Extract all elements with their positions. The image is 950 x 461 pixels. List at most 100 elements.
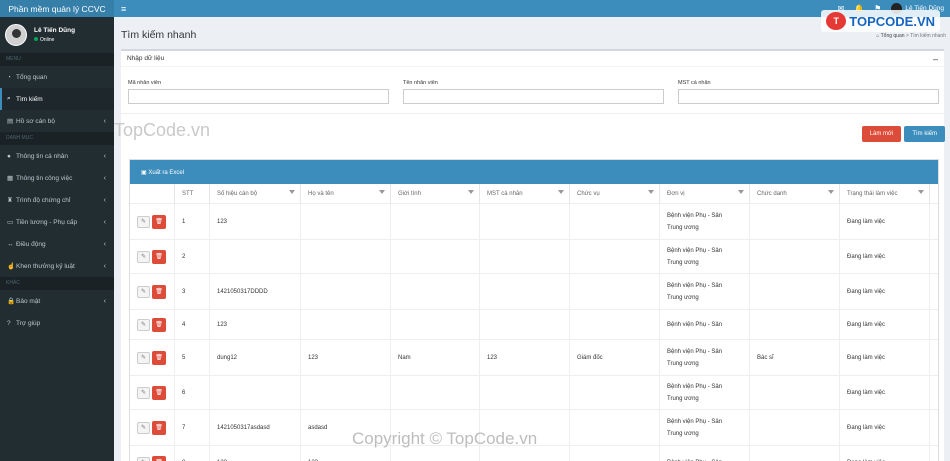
delete-icon[interactable]: 🗑	[152, 284, 166, 299]
table-cell-stt: 4	[175, 310, 210, 339]
edit-icon[interactable]: ✎	[137, 215, 150, 228]
filter-icon[interactable]	[558, 190, 564, 194]
employee-code-label: Mã nhân viên	[128, 80, 162, 86]
column-header-full-name[interactable]: Họ và tên	[301, 184, 391, 203]
table-row[interactable]: ✎🗑8123123Bệnh viện Phụ - SảnĐang làm việ…	[130, 446, 938, 461]
tax-code-input[interactable]	[678, 89, 939, 104]
export-excel-button[interactable]: ▣ Xuất ra Excel	[141, 169, 184, 176]
table-cell-gender	[391, 376, 480, 409]
table-row[interactable]: ✎ 🗑 7 1421050317asdasd asdasd Bệnh viện Phụ -…	[130, 410, 938, 446]
table-cell-staff-code	[210, 240, 301, 273]
sidebar-item-rewards[interactable]: ☝ Khen thưởng kỷ luật ‹	[0, 255, 114, 277]
table-cell-unit: Bệnh viện Phụ - Sản Trung ương	[660, 240, 750, 273]
filter-icon[interactable]	[289, 190, 295, 194]
table-row[interactable]: ✎ 🗑 5 dung12 123 Nam 123 Giám đốc Bệnh viện Phụ …	[130, 340, 938, 376]
table-cell-position: Giám đốc	[570, 340, 660, 375]
filter-icon[interactable]	[468, 190, 474, 194]
delete-icon[interactable]: 🗑	[152, 249, 166, 264]
filter-icon[interactable]	[738, 190, 744, 194]
table-cell-full-name	[301, 376, 391, 409]
delete-icon[interactable]: 🗑	[152, 214, 166, 229]
column-header-work-status[interactable]: Trạng thái làm việc	[840, 184, 930, 203]
table-cell-title	[750, 310, 840, 339]
grid-body: ✎ 🗑 1 123 Bệnh viện Phụ - Sản Trung ương Đang …	[130, 204, 938, 461]
tax-code-field: MST cá nhân	[678, 80, 939, 104]
grid-header-row: STT Số hiệu cán bộ Họ và tên Giới tính MST c…	[130, 184, 938, 204]
sidebar-item-dashboard[interactable]: ◔ Tổng quan	[0, 66, 114, 88]
sidebar-item-help[interactable]: ? Trợ giúp	[0, 312, 114, 334]
table-cell-staff-code: dung12	[210, 340, 301, 375]
table-cell-work-status: Đang làm việc	[840, 446, 930, 461]
table-cell-actions: ✎🗑	[130, 340, 175, 375]
sidebar-item-transfer[interactable]: ↔ Điều động ‹	[0, 233, 114, 255]
table-cell-tax-code	[480, 204, 570, 239]
table-cell-tax-code	[480, 310, 570, 339]
employee-name-input[interactable]	[403, 89, 664, 104]
edit-icon[interactable]: ✎	[137, 351, 150, 364]
sidebar-item-personal-info[interactable]: ● Thông tin cá nhân ‹	[0, 145, 114, 167]
cell-text: 1	[182, 218, 186, 225]
filter-icon[interactable]	[648, 190, 654, 194]
table-cell-position	[570, 446, 660, 461]
edit-icon[interactable]: ✎	[137, 386, 150, 399]
table-cell-work-status: Đang làm việc	[840, 410, 930, 445]
app-title[interactable]: Phần mềm quản lý CCVC	[0, 0, 114, 17]
column-header-gender[interactable]: Giới tính	[391, 184, 480, 203]
delete-icon[interactable]: 🗑	[152, 455, 166, 461]
collapse-icon[interactable]: –	[933, 54, 938, 63]
money-icon: ▭	[7, 219, 14, 226]
breadcrumb-home[interactable]: Tổng quan	[881, 33, 905, 39]
sidebar-item-qualifications[interactable]: ♜ Trình độ chứng chỉ ‹	[0, 189, 114, 211]
edit-icon[interactable]: ✎	[137, 318, 150, 331]
topcode-logo: T TOPCODE.VN	[821, 10, 940, 32]
employee-code-input[interactable]	[128, 89, 389, 104]
unit-line: Bệnh viện Phụ - Sản	[667, 348, 723, 355]
logo-text: TOPCODE.VN	[849, 13, 935, 29]
delete-icon[interactable]: 🗑	[152, 317, 166, 332]
sidebar-item-job-info[interactable]: ▦ Thông tin công việc ‹	[0, 167, 114, 189]
unit-line: Bệnh viện Phụ - Sản	[667, 282, 723, 289]
column-header-staff-code[interactable]: Số hiệu cán bộ	[210, 184, 301, 203]
edit-icon[interactable]: ✎	[137, 421, 150, 434]
delete-icon[interactable]: 🗑	[152, 385, 166, 400]
table-row[interactable]: ✎ 🗑 3 1421050317DDDD Bệnh viện Phụ - Sản Trun…	[130, 274, 938, 310]
cell-text: Bác sĩ	[757, 354, 774, 361]
table-row[interactable]: ✎ 🗑 2 Bệnh viện Phụ - Sản Trung ương Đang làm…	[130, 240, 938, 274]
delete-icon[interactable]: 🗑	[152, 420, 166, 435]
table-row[interactable]: ✎ 🗑 6 Bệnh viện Phụ - Sản Trung ương Đang làm…	[130, 376, 938, 410]
edit-icon[interactable]: ✎	[137, 250, 150, 263]
column-header-unit[interactable]: Đơn vị	[660, 184, 750, 203]
delete-icon[interactable]: 🗑	[152, 350, 166, 365]
filter-icon[interactable]	[828, 190, 834, 194]
table-cell-stt: 6	[175, 376, 210, 409]
column-header-tax-code[interactable]: MST cá nhân	[480, 184, 570, 203]
table-row[interactable]: ✎ 🗑 4 123 Bệnh viện Phụ - Sản Đang làm việc	[130, 310, 938, 340]
sidebar-item-security[interactable]: 🔒 Bảo mật ‹	[0, 290, 114, 312]
sidebar-item-salary[interactable]: ▭ Tiền lương - Phụ cấp ‹	[0, 211, 114, 233]
column-header-label: MST cá nhân	[487, 190, 523, 197]
filter-icon[interactable]	[379, 190, 385, 194]
sidebar-item-search[interactable]: ⌕ Tìm kiếm	[0, 88, 114, 110]
search-button[interactable]: Tìm kiếm	[904, 126, 945, 142]
filter-icon[interactable]	[918, 190, 924, 194]
sidebar-item-profiles[interactable]: ▤ Hồ sơ cán bộ ‹	[0, 110, 114, 132]
table-cell-position	[570, 410, 660, 445]
column-header-title[interactable]: Chức danh	[750, 184, 840, 203]
section-header-other: KHÁC	[0, 277, 114, 290]
user-avatar	[5, 24, 27, 46]
edit-icon[interactable]: ✎	[137, 285, 150, 298]
cell-text: Đang làm việc	[847, 253, 886, 260]
sidebar-toggle-icon[interactable]: ≡	[121, 4, 126, 14]
reset-button[interactable]: Làm mới	[861, 126, 902, 142]
column-header-label: Số hiệu cán bộ	[217, 190, 258, 197]
transfer-icon: ↔	[7, 240, 14, 248]
edit-icon[interactable]: ✎	[137, 456, 150, 461]
user-status: Online	[34, 37, 75, 43]
cell-text: Giám đốc	[577, 354, 603, 361]
column-header-position[interactable]: Chức vụ	[570, 184, 660, 203]
table-row[interactable]: ✎ 🗑 1 123 Bệnh viện Phụ - Sản Trung ương Đang …	[130, 204, 938, 240]
search-icon: ⌕	[7, 95, 11, 102]
cell-text: Đang làm việc	[847, 354, 886, 361]
table-cell-unit: Bệnh viện Phụ - Sản Trung ương	[660, 274, 750, 309]
table-cell-title	[750, 274, 840, 309]
